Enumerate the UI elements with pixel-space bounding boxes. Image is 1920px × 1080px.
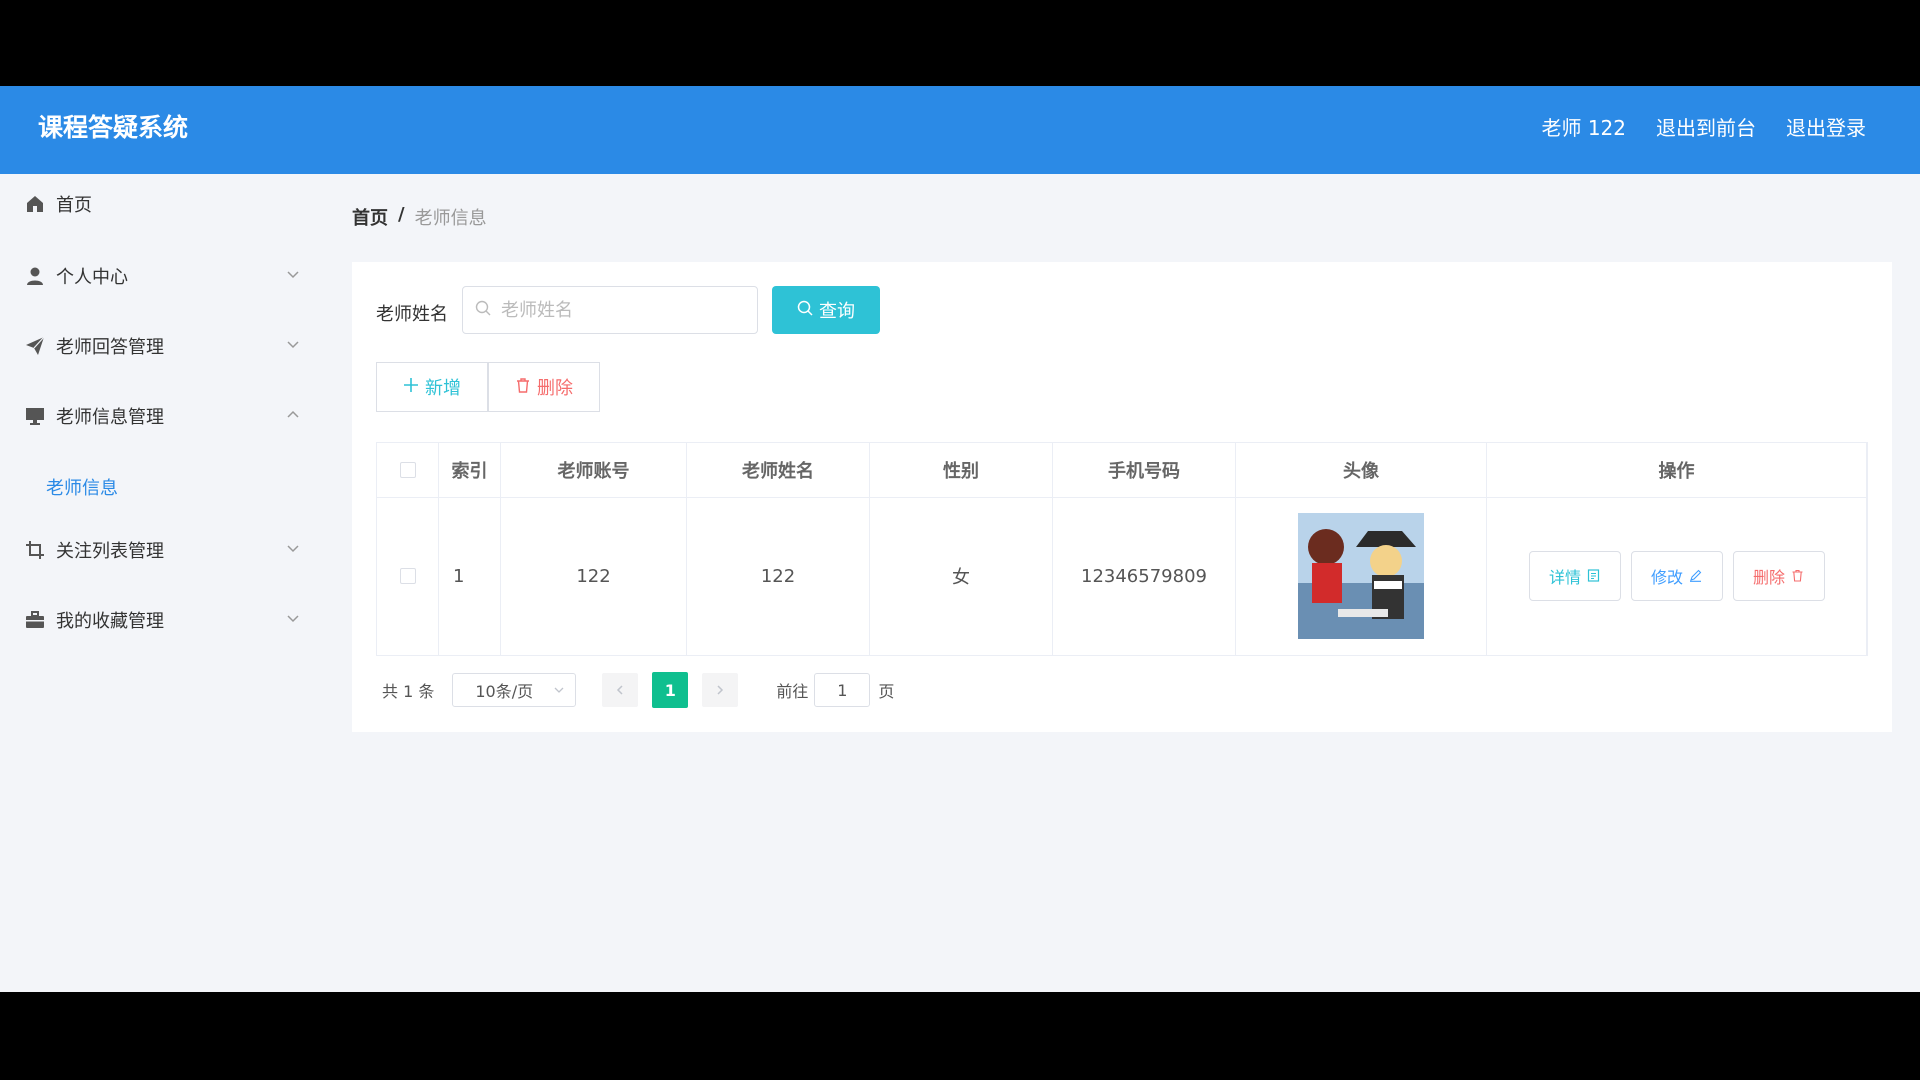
row-checkbox[interactable] xyxy=(399,568,416,584)
briefcase-icon xyxy=(24,609,46,631)
plus-icon xyxy=(403,377,419,398)
cell-gender: 女 xyxy=(870,497,1053,655)
home-icon xyxy=(24,193,46,215)
logout-link[interactable]: 退出登录 xyxy=(1786,112,1866,141)
breadcrumb-separator: / xyxy=(398,204,405,225)
select-all-checkbox[interactable] xyxy=(399,462,416,478)
search-field-wrapper xyxy=(462,286,758,334)
column-header-actions: 操作 xyxy=(1487,443,1867,497)
pagination-total: 共 1 条 xyxy=(382,682,435,701)
app-window: 课程答疑系统 老师 122 退出到前台 退出登录 首页 个人中心 老师回答管理 … xyxy=(0,86,1920,992)
row-select-cell xyxy=(377,497,439,655)
search-icon xyxy=(475,300,491,320)
column-header-phone: 手机号码 xyxy=(1053,443,1236,497)
teacher-table: 索引 老师账号 老师姓名 性别 手机号码 头像 操作 1 122 122 女 1… xyxy=(376,442,1868,656)
sidebar-item-favorites-management[interactable]: 我的收藏管理 xyxy=(24,602,302,638)
goto-page-unit: 页 xyxy=(878,682,895,701)
sidebar-subitem-teacher-info[interactable]: 老师信息 xyxy=(46,474,118,500)
query-button-label: 查询 xyxy=(819,301,855,322)
chevron-down-icon xyxy=(284,266,302,284)
goto-page-input[interactable] xyxy=(814,673,871,707)
sidebar-item-label: 老师信息管理 xyxy=(56,407,164,428)
paper-plane-icon xyxy=(24,335,46,357)
goto-label: 前往 xyxy=(776,682,809,701)
detail-button-label: 详情 xyxy=(1548,568,1581,587)
teacher-avatar-image[interactable] xyxy=(1298,513,1424,639)
batch-delete-button[interactable]: 删除 xyxy=(488,362,600,412)
sidebar-item-label: 我的收藏管理 xyxy=(56,611,164,632)
sidebar: 首页 个人中心 老师回答管理 老师信息管理 老师信息 关注列表管理 我的收藏管理 xyxy=(0,174,316,992)
edit-button-label: 修改 xyxy=(1650,568,1683,587)
sidebar-item-label: 关注列表管理 xyxy=(56,541,164,562)
column-header-name: 老师姓名 xyxy=(687,443,870,497)
header-select-all xyxy=(377,443,439,497)
pencil-icon xyxy=(1689,567,1702,586)
header-actions: 老师 122 退出到前台 退出登录 xyxy=(1541,112,1866,141)
delete-button-label: 删除 xyxy=(537,378,573,399)
row-delete-button[interactable]: 删除 xyxy=(1732,551,1825,601)
cell-avatar xyxy=(1236,497,1487,655)
pagination: 共 1 条 10条/页 1 前往 页 xyxy=(382,672,894,708)
search-label: 老师姓名 xyxy=(376,304,448,325)
add-button-label: 新增 xyxy=(425,378,461,399)
page-size-select[interactable]: 10条/页 xyxy=(452,673,577,707)
exit-to-front-link[interactable]: 退出到前台 xyxy=(1656,112,1756,141)
user-icon xyxy=(24,265,46,287)
sidebar-item-personal-center[interactable]: 个人中心 xyxy=(24,258,302,294)
column-header-index: 索引 xyxy=(439,443,501,497)
top-header: 课程答疑系统 老师 122 退出到前台 退出登录 xyxy=(0,86,1920,174)
next-page-button[interactable] xyxy=(702,673,739,707)
cell-account: 122 xyxy=(501,497,687,655)
chevron-down-icon xyxy=(284,610,302,628)
sidebar-item-home[interactable]: 首页 xyxy=(24,186,302,222)
sidebar-item-teacher-info-management[interactable]: 老师信息管理 xyxy=(24,398,302,434)
breadcrumb-current: 老师信息 xyxy=(414,208,487,229)
app-title: 课程答疑系统 xyxy=(38,113,189,142)
chevron-down-icon xyxy=(553,681,565,700)
current-user: 老师 122 xyxy=(1541,116,1626,140)
detail-button[interactable]: 详情 xyxy=(1528,551,1621,601)
teacher-name-search-input[interactable] xyxy=(499,298,743,322)
crop-icon xyxy=(24,539,46,561)
table-header: 索引 老师账号 老师姓名 性别 手机号码 头像 操作 xyxy=(377,443,1867,498)
cell-actions: 详情 修改 删除 xyxy=(1487,497,1867,655)
page-size-value: 10条/页 xyxy=(475,682,534,701)
sidebar-item-label: 首页 xyxy=(56,195,92,216)
breadcrumb: 首页 / 老师信息 xyxy=(352,204,487,230)
breadcrumb-home[interactable]: 首页 xyxy=(352,204,388,230)
search-icon xyxy=(797,300,813,321)
edit-button[interactable]: 修改 xyxy=(1630,551,1723,601)
chevron-down-icon xyxy=(284,540,302,558)
trash-icon xyxy=(1791,567,1804,586)
cell-phone: 12346579809 xyxy=(1053,497,1236,655)
sidebar-item-label: 老师回答管理 xyxy=(56,337,164,358)
cell-name: 122 xyxy=(687,497,870,655)
prev-page-button[interactable] xyxy=(602,673,639,707)
chevron-left-icon xyxy=(614,681,626,700)
page-number-button[interactable]: 1 xyxy=(652,672,689,708)
add-button[interactable]: 新增 xyxy=(376,362,488,412)
row-delete-button-label: 删除 xyxy=(1752,568,1785,587)
monitor-icon xyxy=(24,405,46,427)
sidebar-item-answer-management[interactable]: 老师回答管理 xyxy=(24,328,302,364)
sidebar-item-follow-list-management[interactable]: 关注列表管理 xyxy=(24,532,302,568)
chevron-down-icon xyxy=(284,336,302,354)
column-header-gender: 性别 xyxy=(870,443,1053,497)
cell-index: 1 xyxy=(439,497,501,655)
column-header-account: 老师账号 xyxy=(501,443,687,497)
chevron-right-icon xyxy=(714,681,726,700)
trash-icon xyxy=(515,377,531,398)
content-panel: 老师姓名 查询 新增 删除 xyxy=(352,262,1892,732)
column-header-avatar: 头像 xyxy=(1236,443,1487,497)
chevron-up-icon xyxy=(284,406,302,424)
sidebar-item-label: 个人中心 xyxy=(56,267,128,288)
query-button[interactable]: 查询 xyxy=(772,286,880,334)
document-icon xyxy=(1587,567,1600,586)
